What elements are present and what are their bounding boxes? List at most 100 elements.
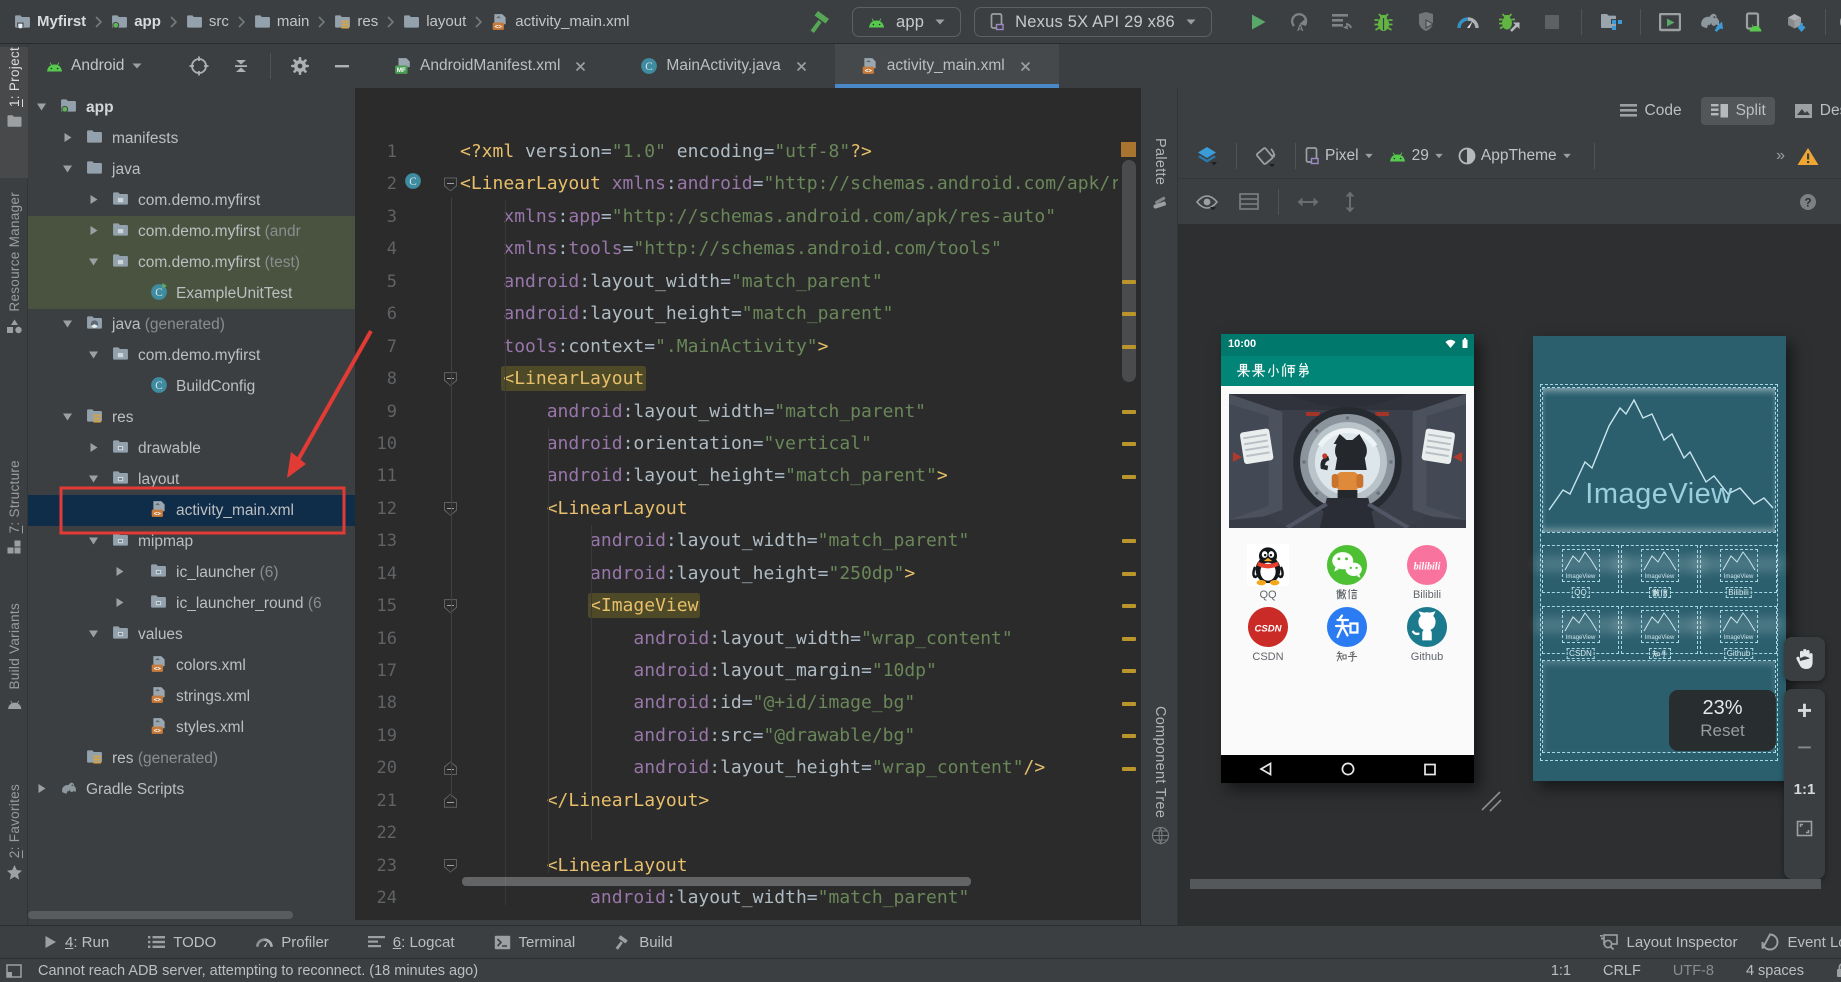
error-stripe-mark[interactable] <box>1122 344 1136 349</box>
error-stripe-mark[interactable] <box>1122 701 1136 706</box>
debug-button[interactable] <box>1369 8 1399 36</box>
zoom-in-button[interactable]: + <box>1797 697 1812 723</box>
tree-item-com.demo.myfirst[interactable]: com.demo.myfirst (test) <box>28 247 355 278</box>
status-message[interactable]: Cannot reach ADB server, attempting to r… <box>38 963 478 979</box>
project-structure-button[interactable] <box>1596 8 1626 36</box>
tool-window-button-todo[interactable]: TODO <box>148 934 216 951</box>
error-stripe-mark[interactable] <box>1122 734 1136 739</box>
blueprint-imageview[interactable]: ImageView <box>1542 387 1776 533</box>
tree-collapse-icon[interactable] <box>36 783 47 794</box>
tree-item-app[interactable]: app <box>28 92 355 123</box>
error-stripe-mark[interactable] <box>1122 442 1136 447</box>
device-menu[interactable]: Pixel <box>1304 147 1374 165</box>
tree-item-manifests[interactable]: manifests <box>28 123 355 154</box>
tree-expand-icon[interactable] <box>88 256 99 267</box>
tool-stripe----favorites[interactable]: 2: Favorites <box>0 784 28 920</box>
tool-window-button-4run[interactable]: 4: Run <box>44 934 109 951</box>
fold-marker-icon[interactable] <box>444 858 457 873</box>
mode-code[interactable]: Code <box>1610 97 1691 125</box>
tool-window-button-layoutinspector[interactable]: Layout Inspector <box>1599 934 1737 951</box>
tree-item-com.demo.myfirst[interactable]: com.demo.myfirst <box>28 185 355 216</box>
tree-collapse-icon[interactable] <box>114 566 125 577</box>
stop-button[interactable] <box>1537 8 1567 36</box>
lock-icon[interactable] <box>1836 963 1841 978</box>
design-surface[interactable]: 10:00 QQ bilibili Bilibili CSDN CSDN Git… <box>1178 224 1841 925</box>
tree-item-layout[interactable]: layout <box>28 464 355 495</box>
breadcrumb-item[interactable]: src <box>186 13 229 30</box>
tree-expand-icon[interactable] <box>88 628 99 639</box>
view-options-button[interactable] <box>1192 188 1222 216</box>
run-configuration-select[interactable]: app <box>852 7 962 37</box>
tree-expand-icon[interactable] <box>88 473 99 484</box>
breadcrumb-item[interactable]: main <box>254 13 309 30</box>
tree-item-ic_launcher_round[interactable]: ic_launcher_round (6 <box>28 588 355 619</box>
tree-expand-icon[interactable] <box>88 349 99 360</box>
tree-item-values[interactable]: values <box>28 619 355 650</box>
collapse-all-button[interactable] <box>226 52 256 80</box>
close-icon[interactable] <box>1020 61 1031 72</box>
tool-window-button-eventlog[interactable]: Event Log <box>1761 933 1841 951</box>
project-tree-hscrollbar[interactable] <box>28 911 293 919</box>
blueprint-tile[interactable]: ImageView <box>1614 545 1705 598</box>
tool-stripe-palette[interactable]: Palette <box>1141 138 1179 253</box>
tree-item-mipmap[interactable]: mipmap <box>28 526 355 557</box>
error-stripe-mark[interactable] <box>1122 669 1136 674</box>
tree-expand-icon[interactable] <box>62 411 73 422</box>
tab-activity_main.xml[interactable]: <> activity_main.xml <box>834 44 1059 88</box>
search-everywhere-button[interactable] <box>1830 8 1841 36</box>
design-hscrollbar[interactable] <box>1190 879 1821 889</box>
run-anything-button[interactable] <box>1655 8 1685 36</box>
tool-stripe-build-variants[interactable]: Build Variants <box>0 603 28 779</box>
status-item-crlf[interactable]: CRLF <box>1603 963 1641 979</box>
apply-code-changes-button[interactable] <box>1327 8 1357 36</box>
tool-stripe-component-tree[interactable]: Component Tree <box>1141 706 1179 886</box>
error-stripe-mark[interactable] <box>1122 766 1136 771</box>
blueprint-tile[interactable]: ImageView <box>1614 606 1705 659</box>
editor-hscrollbar[interactable] <box>462 877 971 886</box>
error-stripe-mark[interactable] <box>1122 474 1136 479</box>
surface-type-button[interactable] <box>1192 142 1222 170</box>
tree-item-java[interactable]: java <box>28 154 355 185</box>
api-version-menu[interactable]: 29 <box>1388 147 1444 165</box>
tree-item-java[interactable]: java (generated) <box>28 309 355 340</box>
error-stripe-mark[interactable] <box>1122 636 1136 641</box>
constrain-horizontal-button[interactable] <box>1293 188 1323 216</box>
editor-vscrollbar[interactable] <box>1122 160 1136 382</box>
device-preview[interactable]: 10:00 QQ bilibili Bilibili CSDN CSDN Git… <box>1221 334 1474 783</box>
gutter-class-icon[interactable]: C <box>404 172 422 190</box>
device-manager-button[interactable] <box>1739 8 1769 36</box>
attach-debugger-button[interactable] <box>1495 8 1525 36</box>
tool-stripe----structure[interactable]: 7: Structure <box>0 460 28 592</box>
tree-item-res[interactable]: res (generated) <box>28 743 355 774</box>
tab-AndroidManifest.xml[interactable]: MF AndroidManifest.xml <box>368 44 614 88</box>
build-project-button[interactable] <box>806 8 836 36</box>
error-stripe-mark[interactable] <box>1122 539 1136 544</box>
variants-button[interactable] <box>1234 188 1264 216</box>
code-editor[interactable]: 1 <?xml version="1.0" encoding="utf-8"?>… <box>355 88 1140 920</box>
apply-changes-button[interactable]: A <box>1285 8 1315 36</box>
pan-button[interactable] <box>1784 637 1825 681</box>
tree-collapse-icon[interactable] <box>88 194 99 205</box>
tree-item-ExampleUnitTest[interactable]: C ExampleUnitTest <box>28 278 355 309</box>
error-stripe-mark[interactable] <box>1122 312 1136 317</box>
tree-item-strings.xml[interactable]: <> strings.xml <box>28 681 355 712</box>
blueprint-tile[interactable]: ImageView Bilibili <box>1693 545 1784 598</box>
locate-button[interactable] <box>184 52 214 80</box>
error-stripe-mark[interactable] <box>1122 409 1136 414</box>
tab-MainActivity.java[interactable]: C MainActivity.java <box>614 44 834 88</box>
constrain-vertical-button[interactable] <box>1335 188 1365 216</box>
tree-item-GradleScripts[interactable]: Gradle Scripts <box>28 774 355 805</box>
warnings-button[interactable] <box>1793 142 1823 170</box>
tool-stripe-resource-manager[interactable]: Resource Manager <box>0 192 28 392</box>
tree-item-res[interactable]: res <box>28 402 355 433</box>
zoom-out-button[interactable]: − <box>1797 734 1812 760</box>
mode-split[interactable]: Split <box>1700 97 1775 125</box>
zoom-reset-button[interactable]: Reset <box>1669 721 1776 741</box>
close-icon[interactable] <box>796 61 807 72</box>
run-button[interactable] <box>1243 8 1273 36</box>
hide-panel-button[interactable] <box>327 52 355 80</box>
tool-stripe----project[interactable]: 1: Project <box>0 47 28 178</box>
status-item-utf8[interactable]: UTF-8 <box>1673 963 1714 979</box>
preview-resize-handle[interactable] <box>1480 790 1502 812</box>
tree-item-ic_launcher[interactable]: ic_launcher (6) <box>28 557 355 588</box>
